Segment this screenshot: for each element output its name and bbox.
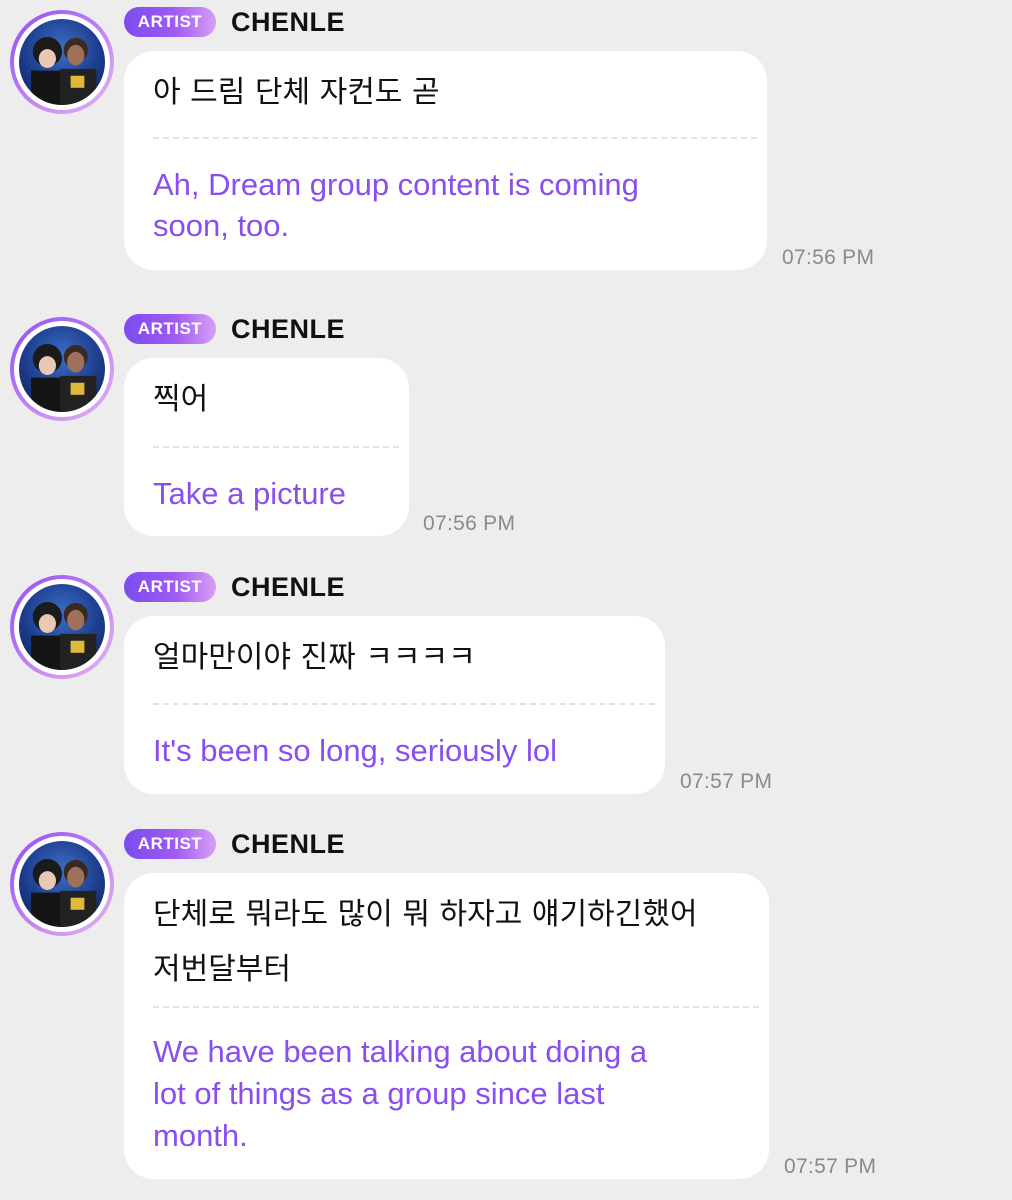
divider (153, 703, 655, 705)
avatar[interactable] (10, 10, 114, 114)
profile-photo-icon (19, 326, 105, 412)
translation-text-line: It's been so long, seriously lol (153, 733, 557, 768)
timestamp: 07:56 PM (423, 512, 516, 535)
artist-badge: ARTIST (124, 572, 216, 602)
translation-text-line: soon, too. (153, 208, 290, 243)
original-text-line: 찍어 (153, 382, 209, 417)
artist-badge: ARTIST (124, 314, 216, 344)
divider (153, 1006, 759, 1008)
message-bubble[interactable]: 아 드림 단체 자컨도 곧 Ah, Dream group content is… (124, 51, 767, 270)
original-text-line: 아 드림 단체 자컨도 곧 (153, 75, 440, 110)
profile-photo-icon (19, 19, 105, 105)
timestamp: 07:56 PM (782, 246, 875, 269)
sender-name[interactable]: CHENLE (231, 827, 345, 861)
original-text-line: 저번달부터 (153, 952, 291, 987)
timestamp: 07:57 PM (680, 770, 773, 793)
message-bubble[interactable]: 찍어 Take a picture (124, 358, 409, 536)
translation-text-line: Take a picture (153, 476, 346, 511)
translation-text-line: month. (153, 1118, 248, 1153)
translation-text-line: We have been talking about doing a (153, 1034, 648, 1069)
avatar[interactable] (10, 575, 114, 679)
profile-photo-icon (19, 584, 105, 670)
original-text-line: 얼마만이야 진짜 ㅋㅋㅋㅋ (153, 640, 476, 675)
divider (153, 137, 757, 139)
translation-text-line: Ah, Dream group content is coming (153, 167, 639, 202)
sender-name[interactable]: CHENLE (231, 5, 345, 39)
sender-name[interactable]: CHENLE (231, 312, 345, 346)
message-bubble[interactable]: 단체로 뭐라도 많이 뭐 하자고 얘기하긴했어 저번달부터 We have be… (124, 873, 769, 1179)
artist-badge: ARTIST (124, 7, 216, 37)
artist-badge: ARTIST (124, 829, 216, 859)
message-bubble[interactable]: 얼마만이야 진짜 ㅋㅋㅋㅋ It's been so long, serious… (124, 616, 665, 794)
timestamp: 07:57 PM (784, 1155, 877, 1178)
sender-name[interactable]: CHENLE (231, 570, 345, 604)
original-text-line: 단체로 뭐라도 많이 뭐 하자고 얘기하긴했어 (153, 897, 698, 932)
avatar[interactable] (10, 832, 114, 936)
avatar[interactable] (10, 317, 114, 421)
translation-text-line: lot of things as a group since last (153, 1076, 605, 1111)
profile-photo-icon (19, 841, 105, 927)
divider (153, 446, 399, 448)
